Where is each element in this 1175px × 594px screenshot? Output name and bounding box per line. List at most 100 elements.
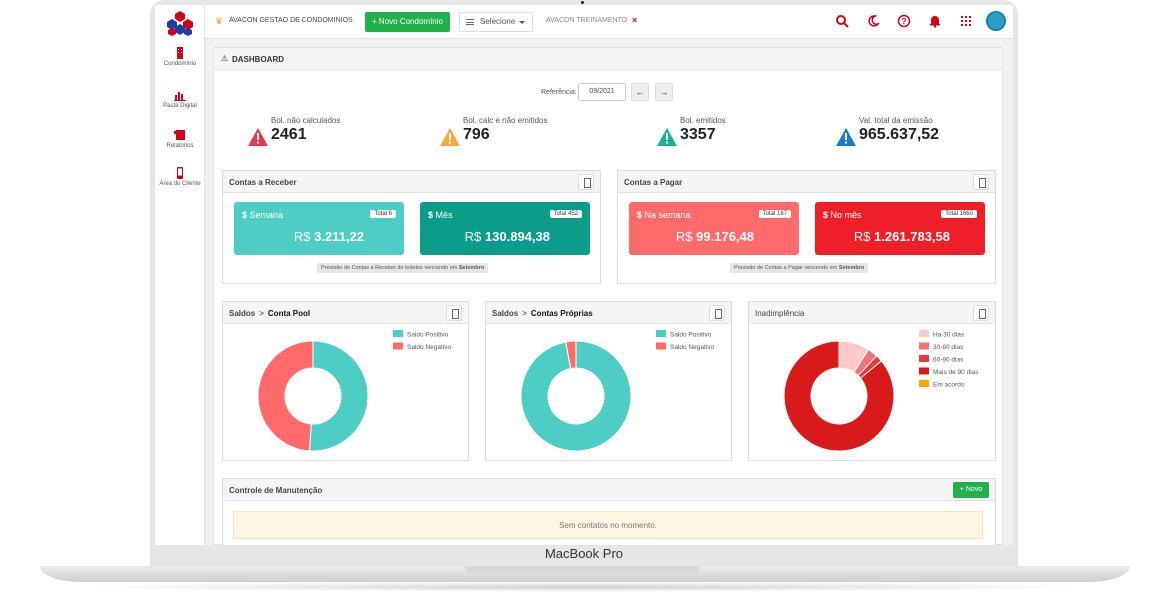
bell-icon[interactable] (928, 14, 942, 28)
panel-title: Saldos > Conta Pool (229, 309, 311, 318)
card-total-badge: Total 167 (758, 210, 791, 218)
warning-icon (657, 128, 677, 146)
panel-header: Contas a Receber (223, 171, 600, 193)
card-value: R$ 130.894,38 (464, 229, 550, 244)
card-value: R$ 99.176,48 (675, 229, 754, 244)
menu-icon (466, 19, 474, 25)
stat-label: Bol. calc e não emitidos (463, 116, 548, 125)
legend-swatch-mais-de-90-dias (919, 367, 929, 375)
crown-icon: ♛ (215, 16, 224, 26)
card-total-badge: Total 1660 (941, 210, 977, 218)
legend-label-saldo-positivo[interactable]: Saldo Positivo (407, 332, 449, 339)
legend-label-saldo-negativo[interactable]: Saldo Negativo (407, 344, 451, 351)
legend-label-ha-30-dias[interactable]: Ha 30 dias (933, 332, 965, 339)
legend-label-30-60-dias[interactable]: 30-60 dias (933, 344, 964, 351)
document-icon[interactable] (446, 305, 462, 321)
stat-value: 965.637,52 (859, 126, 940, 143)
mobile-icon (177, 167, 183, 179)
close-account-icon[interactable]: × (632, 15, 637, 25)
app-logo[interactable] (166, 10, 194, 38)
sidebar-item-label: Condomínio (163, 61, 197, 67)
legend-label-saldo-negativo[interactable]: Saldo Negativo (670, 344, 714, 351)
document-icon[interactable] (973, 174, 989, 190)
panel-header: Controle de Manutenção + Novo (223, 479, 995, 501)
sidebar-item-area-cliente[interactable]: Área do Cliente (155, 167, 205, 188)
next-month-button[interactable]: → (655, 83, 673, 101)
contas-proprias-panel: Saldos > Contas Próprias Saldo Positivo Sal… (485, 301, 732, 461)
card-label: $ Na semana (637, 210, 691, 220)
pagar-semana-card[interactable]: $ Na semana Total 167 R$ 99.176,48 (629, 202, 799, 255)
moon-icon[interactable] (866, 14, 880, 28)
receber-mes-card[interactable]: $ Mês Total 452 R$ 130.894,38 (420, 202, 590, 255)
report-icon (174, 130, 185, 140)
card-label: $ No mês (823, 210, 862, 220)
warning-icon (248, 128, 268, 146)
card-label: $ Mês (428, 210, 453, 220)
manutencao-panel: Controle de Manutenção + Novo Sem contat… (222, 478, 996, 545)
legend-swatch-saldo-negativo (656, 342, 666, 350)
stat-value: 796 (463, 126, 490, 143)
pagar-mes-card[interactable]: $ No mês Total 1660 R$ 1.261.783,58 (815, 202, 985, 255)
stat-value: 2461 (271, 126, 307, 143)
sidebar-item-label: Pasta Digital (163, 103, 197, 109)
panel-header: Saldos > Contas Próprias (486, 302, 731, 324)
warning-icon (836, 128, 856, 146)
stat-label: Bol. emitidos (680, 116, 726, 125)
legend-swatch-saldo-positivo (656, 330, 666, 337)
legend-swatch-60-90-dias (919, 355, 929, 362)
select-label: Selecione (480, 17, 516, 26)
novo-manutencao-button[interactable]: + Novo (953, 482, 989, 498)
dashboard-header: ⚠ DASHBOARD (214, 48, 1002, 70)
prev-month-button[interactable]: ← (631, 83, 649, 101)
conta-pool-panel: Saldos > Conta Pool Saldo Positivo Saldo Ne… (222, 301, 469, 461)
legend-label-60-90-dias[interactable]: 60-90 dias (933, 357, 964, 364)
panel-title: Controle de Manutenção (229, 486, 323, 495)
chevron-down-icon (519, 21, 525, 24)
sidebar: Condomínio Pasta Digital Relatórios Área… (155, 5, 205, 545)
screen: Condomínio Pasta Digital Relatórios Área… (155, 5, 1013, 545)
svg-text:?: ? (902, 17, 907, 26)
stat-label: Bol. não calculados (271, 116, 341, 125)
legend-label-saldo-positivo[interactable]: Saldo Positivo (670, 332, 712, 339)
inadimplencia-donut-chart: Ha 30 dias 30-60 dias 60-90 dias Mais de 90… (783, 330, 979, 452)
document-icon[interactable] (578, 174, 594, 190)
user-avatar[interactable] (986, 11, 1006, 31)
panel-header: Inadimplência (749, 302, 995, 324)
receber-semana-card[interactable]: $ Semana Total 6 R$ 3.211,22 (234, 202, 404, 255)
new-condominio-button[interactable]: + Novo Condomínio (365, 12, 450, 32)
contas-pagar-panel: Contas a Pagar $ Na semana Total 167 R$ … (617, 170, 996, 284)
card-total-badge: Total 6 (370, 210, 396, 218)
sidebar-item-pasta-digital[interactable]: Pasta Digital (155, 89, 205, 110)
legend-label-mais-de-90-dias[interactable]: Mais de 90 dias (933, 369, 979, 376)
apps-grid-icon[interactable] (959, 14, 973, 28)
reference-label: Referência: (541, 89, 577, 96)
inadimplencia-panel: Inadimplência Ha 30 dias 30-60 dias 60-90 … (748, 301, 996, 461)
document-icon[interactable] (973, 305, 989, 321)
topbar: ♛ AVACON GESTAO DE CONDOMINIOS + Novo Co… (205, 5, 1013, 39)
receber-note: Previsão de Contas a Receber de boletos … (317, 263, 489, 273)
panel-title: Inadimplência (755, 309, 805, 318)
help-icon[interactable]: ? (897, 14, 911, 28)
contas-proprias-donut-chart: Saldo Positivo Saldo Negativo (520, 330, 714, 452)
empty-state-message: Sem contatos no momento. (233, 511, 983, 539)
panel-title: Contas a Receber (229, 178, 297, 187)
building-icon (177, 47, 183, 59)
slice-saldo-negativo[interactable] (257, 340, 314, 452)
legend-swatch-ha-30-dias (919, 330, 929, 337)
sidebar-item-label: Relatórios (166, 143, 194, 149)
sidebar-item-condominio[interactable]: Condomínio (155, 47, 205, 68)
reference-input[interactable]: 09/2021 (578, 83, 626, 101)
laptop-shadow (70, 582, 1100, 592)
condominio-select[interactable]: Selecione (459, 12, 533, 32)
card-total-badge: Total 452 (549, 210, 582, 218)
document-icon[interactable] (709, 305, 725, 321)
legend-swatch-saldo-negativo (393, 342, 403, 350)
legend-label-em-acordo[interactable]: Em acordo (933, 382, 965, 389)
dashboard-content: ⚠ DASHBOARD Referência: 09/2021 ← → Bol.… (213, 47, 1003, 545)
slice-saldo-positivo[interactable] (309, 340, 369, 452)
search-icon[interactable] (835, 14, 849, 28)
sidebar-item-relatorios[interactable]: Relatórios (155, 129, 205, 150)
company-title[interactable]: AVACON GESTAO DE CONDOMINIOS (229, 17, 353, 24)
pagar-note: Previsão de Contas a Pagar vencendo em S… (730, 263, 869, 273)
page-title: DASHBOARD (232, 55, 284, 64)
